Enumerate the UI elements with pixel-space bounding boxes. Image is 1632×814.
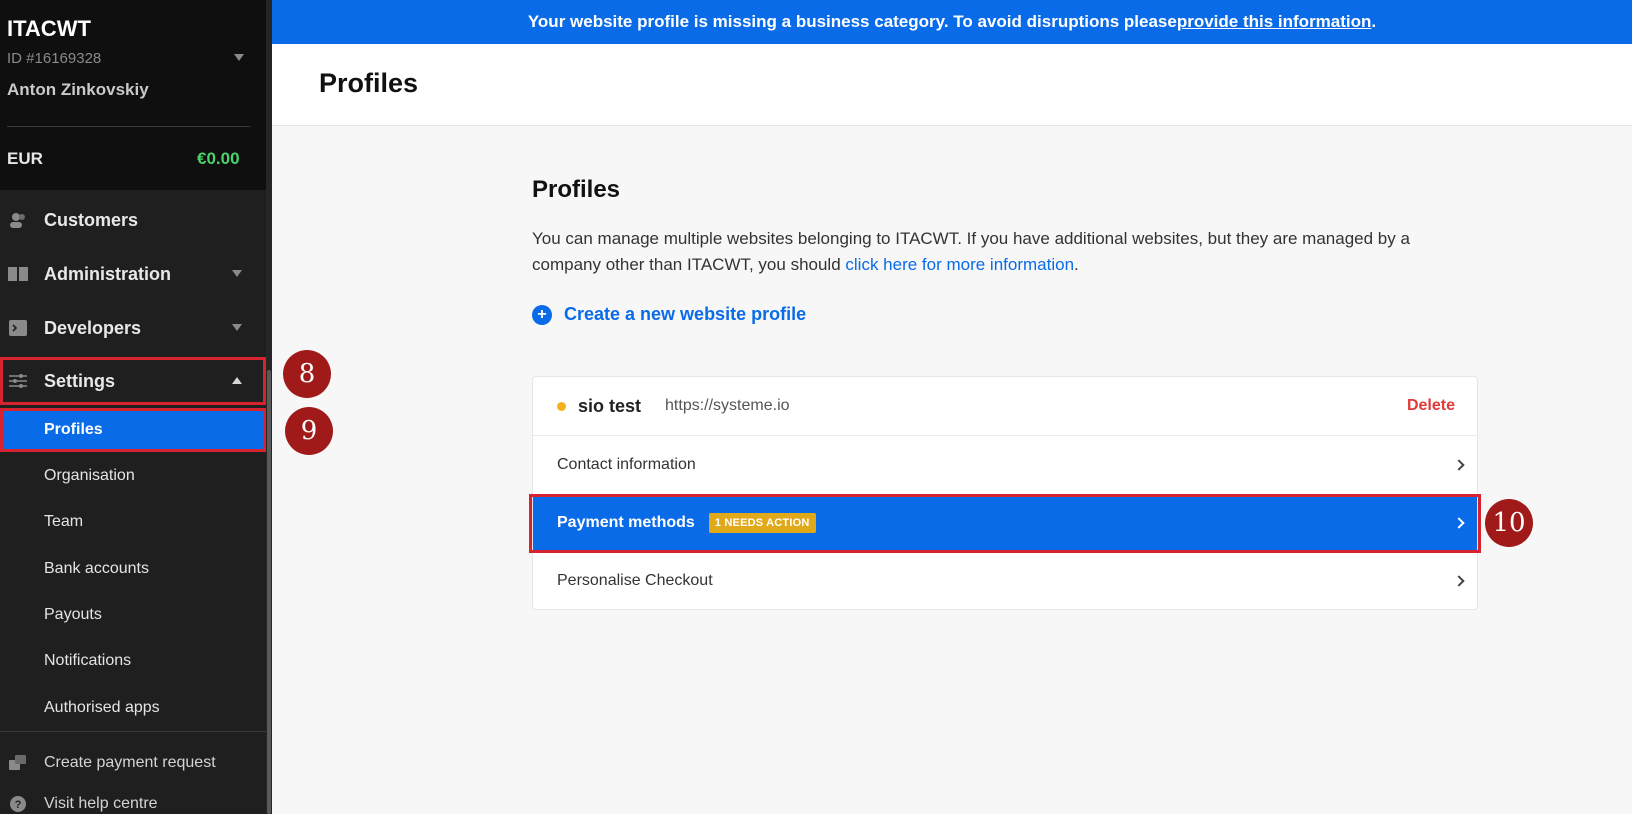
create-payment-request-link[interactable]: Create payment request: [0, 743, 216, 783]
status-dot-icon: [557, 401, 566, 411]
visit-help-centre-link[interactable]: ? Visit help centre: [0, 784, 158, 814]
more-info-link[interactable]: click here for more information: [845, 255, 1074, 274]
row-label: Payment methods: [557, 514, 695, 531]
sidebar-subitem-bank-accounts[interactable]: Bank accounts: [0, 547, 266, 591]
description-end: .: [1074, 255, 1079, 274]
sidebar-subitem-authorised-apps[interactable]: Authorised apps: [0, 686, 266, 730]
account-header[interactable]: ITACWT ID #16169328 Anton Zinkovskiy EUR…: [0, 0, 272, 190]
needs-action-badge: 1 NEEDS ACTION: [708, 513, 816, 533]
banner-link[interactable]: provide this information: [1177, 12, 1372, 32]
currency-label: EUR: [7, 149, 43, 168]
row-label: Contact information: [557, 455, 696, 473]
row-label: Personalise Checkout: [557, 571, 713, 589]
chevron-down-icon: [232, 324, 242, 331]
banner-text: Your website profile is missing a busine…: [527, 12, 1177, 31]
chevron-right-icon: [1453, 458, 1465, 471]
banner-end: .: [1371, 12, 1377, 31]
svg-text:?: ?: [15, 799, 22, 811]
sidebar-subitem-team[interactable]: Team: [0, 500, 266, 544]
sidebar-item-administration[interactable]: Administration: [0, 249, 266, 299]
balance-value: €0.00: [197, 149, 240, 168]
section-description: You can manage multiple websites belongi…: [532, 226, 1472, 278]
divider: [7, 126, 250, 127]
section-title: Profiles: [532, 176, 621, 203]
sidebar-subitem-profiles[interactable]: Profiles: [0, 408, 266, 452]
divider: [0, 731, 266, 732]
contact-information-row[interactable]: Contact information: [533, 435, 1477, 493]
org-name: ITACWT: [7, 16, 91, 41]
sidebar-subitem-payouts[interactable]: Payouts: [0, 593, 266, 637]
sidebar-item-label: Settings: [44, 370, 116, 391]
chevron-right-icon: [1453, 574, 1465, 587]
scrollbar-thumb[interactable]: [267, 370, 271, 814]
profile-name: sio test: [578, 395, 642, 416]
sidebar: ITACWT ID #16169328 Anton Zinkovskiy EUR…: [0, 0, 272, 814]
sidebar-item-developers[interactable]: Developers: [0, 303, 266, 353]
chevron-up-icon: [232, 377, 242, 384]
sidebar-subitem-notifications[interactable]: Notifications: [0, 639, 266, 683]
page-header: Profiles: [272, 44, 1632, 126]
profile-header-row: sio test https://systeme.io Delete: [533, 377, 1477, 435]
profile-url: https://systeme.io: [665, 397, 790, 414]
help-icon: ?: [8, 795, 28, 813]
sliders-icon: [8, 372, 28, 390]
warning-banner: Your website profile is missing a busine…: [272, 0, 1632, 44]
sidebar-item-label: Developers: [44, 317, 142, 338]
customers-icon: [8, 211, 28, 229]
delete-button[interactable]: Delete: [1407, 397, 1455, 415]
footer-label: Visit help centre: [44, 795, 158, 812]
payment-request-icon: [8, 754, 28, 772]
terminal-icon: [8, 319, 28, 337]
account-dropdown-icon[interactable]: [234, 54, 244, 61]
sidebar-subitem-organisation[interactable]: Organisation: [0, 454, 266, 498]
sidebar-item-settings[interactable]: Settings: [0, 357, 266, 405]
footer-label: Create payment request: [44, 754, 216, 771]
step-marker-8: 8: [283, 350, 331, 398]
create-profile-label: Create a new website profile: [564, 304, 807, 324]
step-marker-9: 9: [285, 407, 333, 455]
sidebar-item-label: Administration: [44, 263, 172, 284]
page-title: Profiles: [319, 68, 419, 98]
profile-card: sio test https://systeme.io Delete Conta…: [532, 376, 1478, 610]
sidebar-item-label: Customers: [44, 209, 139, 230]
book-icon: [8, 265, 28, 283]
org-id: ID #16169328: [7, 50, 102, 67]
step-marker-10: 10: [1485, 499, 1533, 547]
chevron-down-icon: [232, 270, 242, 277]
plus-circle-icon: +: [532, 304, 552, 325]
sidebar-item-customers[interactable]: Customers: [0, 195, 266, 245]
user-name: Anton Zinkovskiy: [7, 80, 149, 99]
personalise-checkout-row[interactable]: Personalise Checkout: [533, 551, 1477, 609]
create-profile-button[interactable]: + Create a new website profile: [532, 304, 806, 325]
chevron-right-icon: [1453, 517, 1465, 529]
payment-methods-row[interactable]: Payment methods 1 NEEDS ACTION: [533, 494, 1477, 552]
